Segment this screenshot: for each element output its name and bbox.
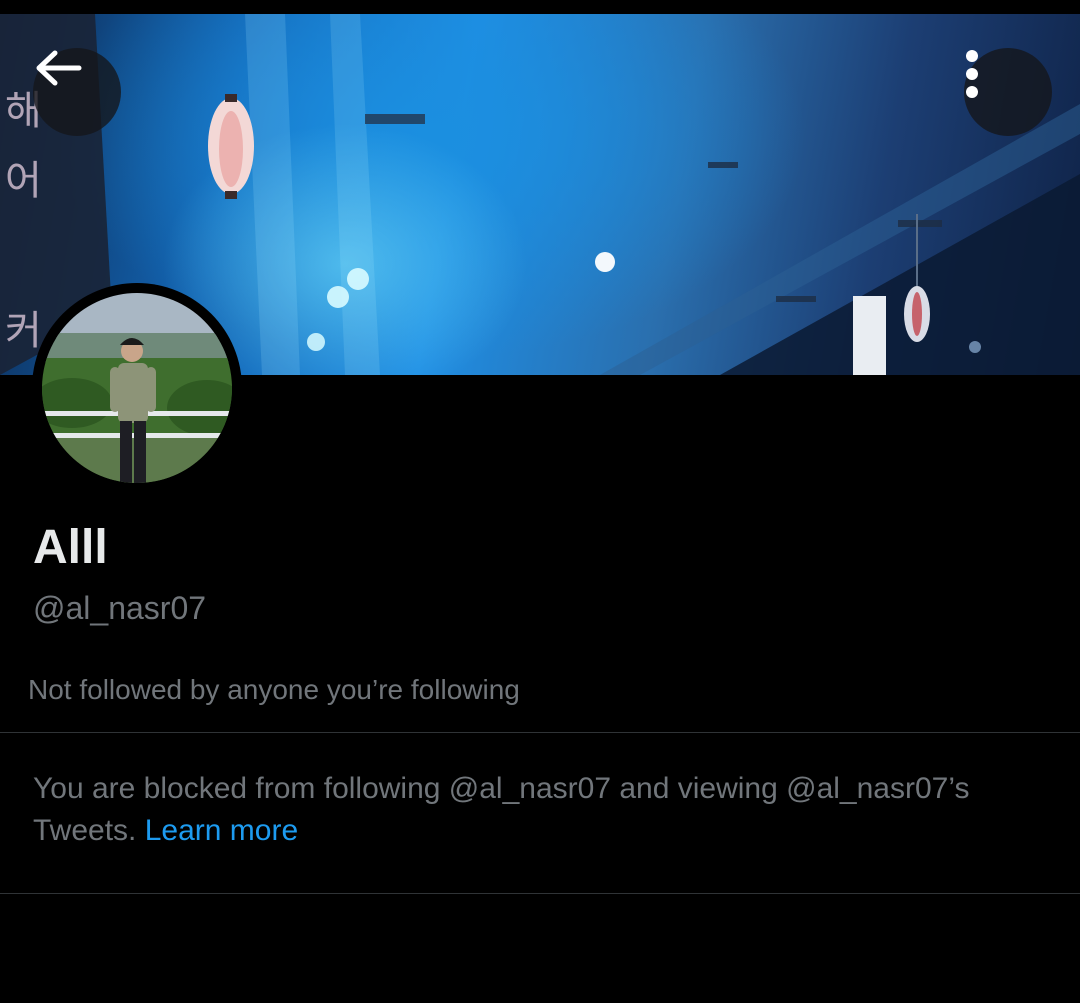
mutual-followers-text: Not followed by anyone you’re following (28, 674, 520, 705)
blocked-notice: You are blocked from following @al_nasr0… (33, 768, 1043, 852)
svg-text:어: 어 (5, 158, 42, 204)
divider (0, 893, 1080, 894)
status-bar (0, 0, 1080, 14)
username-handle: @al_nasr07 (33, 590, 207, 626)
back-button[interactable] (33, 48, 121, 136)
avatar-photo (42, 293, 232, 483)
more-options-button[interactable] (964, 48, 1052, 136)
svg-text:커: 커 (5, 308, 42, 354)
divider (0, 732, 1080, 733)
learn-more-link[interactable]: Learn more (145, 814, 298, 847)
display-name: Alll (33, 521, 108, 574)
avatar[interactable] (42, 293, 232, 483)
